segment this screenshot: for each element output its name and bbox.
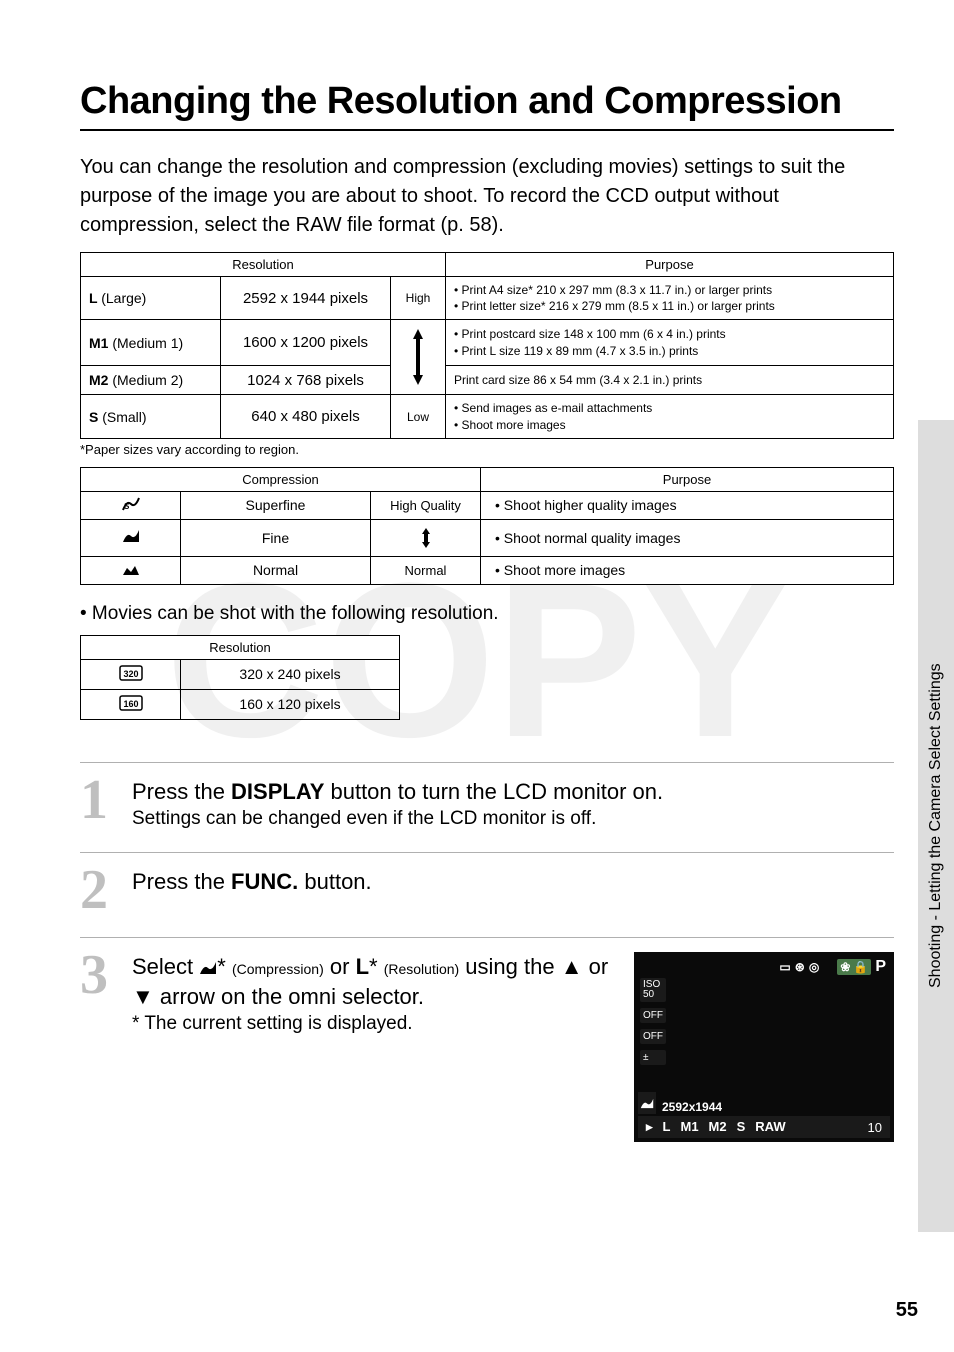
lcd-opt: RAW bbox=[755, 1119, 785, 1135]
movie-note: • Movies can be shot with the following … bbox=[80, 603, 894, 625]
svg-text:160: 160 bbox=[123, 699, 138, 709]
lcd-opt: M2 bbox=[709, 1119, 727, 1135]
res-row-purpose: • Send images as e-mail attachments • Sh… bbox=[446, 395, 894, 438]
movie-160-icon: 160 bbox=[81, 689, 181, 719]
lcd-opt: S bbox=[737, 1119, 746, 1135]
step-subtext: * The current setting is displayed. bbox=[132, 1013, 614, 1035]
comp-name: Normal bbox=[181, 556, 371, 584]
step-number: 3 bbox=[80, 952, 118, 1000]
res-row-label: M2 (Medium 2) bbox=[81, 365, 221, 394]
comp-high-label: High Quality bbox=[371, 491, 481, 519]
movie-header: Resolution bbox=[81, 635, 400, 659]
lcd-arrow-icon: ▸ bbox=[646, 1119, 653, 1135]
res-row-label: M1 (Medium 1) bbox=[81, 320, 221, 366]
res-row-label: S (Small) bbox=[81, 395, 221, 438]
steps-list: 1 Press the DISPLAY button to turn the L… bbox=[80, 762, 894, 1164]
card-icon: ▭ bbox=[779, 960, 790, 974]
step-2: 2 Press the FUNC. button. bbox=[80, 852, 894, 937]
step-1: 1 Press the DISPLAY button to turn the L… bbox=[80, 762, 894, 853]
lcd-size-text: 2592x1944 bbox=[662, 1100, 722, 1114]
purpose-header-2: Purpose bbox=[481, 467, 894, 491]
res-row-pixels: 640 x 480 pixels bbox=[221, 395, 391, 438]
step-3: 3 Select * (Compression) or L* (Resoluti… bbox=[80, 937, 894, 1164]
resolution-header: Resolution bbox=[81, 253, 446, 277]
step-heading: Select * (Compression) or L* (Resolution… bbox=[132, 952, 614, 1011]
movie-resolution-table: Resolution 320 320 x 240 pixels 160 160 … bbox=[80, 635, 400, 720]
comp-purpose: • Shoot higher quality images bbox=[481, 491, 894, 519]
page-number: 55 bbox=[896, 1299, 918, 1322]
res-arrow-icon bbox=[391, 320, 446, 395]
lcd-preview: ▭ ⊛ ◎ ❀ 🔒 P ISO 50 OFF OFF ± bbox=[634, 952, 894, 1142]
mode-indicator: P bbox=[875, 958, 886, 976]
movie-pixels: 320 x 240 pixels bbox=[181, 659, 400, 689]
comp-name: Fine bbox=[181, 519, 371, 556]
step-number: 1 bbox=[80, 777, 118, 825]
target-icon: ◎ bbox=[809, 960, 819, 974]
fine-icon bbox=[81, 519, 181, 556]
lcd-compression-icon bbox=[638, 1092, 656, 1114]
purpose-header: Purpose bbox=[446, 253, 894, 277]
fine-icon bbox=[199, 961, 217, 975]
movie-320-icon: 320 bbox=[81, 659, 181, 689]
lcd-count: 10 bbox=[868, 1120, 882, 1135]
lcd-bottom-bar: ▸ L M1 M2 S RAW 10 bbox=[638, 1116, 890, 1138]
step-heading: Press the FUNC. button. bbox=[132, 867, 894, 897]
lcd-opt: M1 bbox=[680, 1119, 698, 1135]
lcd-left-column: ISO 50 OFF OFF ± bbox=[640, 978, 666, 1065]
resolution-table: Resolution Purpose L (Large) 2592 x 1944… bbox=[80, 252, 894, 439]
intro-paragraph: You can change the resolution and compre… bbox=[80, 153, 894, 240]
compression-table: Compression Purpose S Superfine High Qua… bbox=[80, 467, 894, 585]
comp-purpose: • Shoot normal quality images bbox=[481, 519, 894, 556]
superfine-icon: S bbox=[81, 491, 181, 519]
page-title: Changing the Resolution and Compression bbox=[80, 80, 894, 131]
lcd-top-row: ▭ ⊛ ◎ ❀ 🔒 P bbox=[779, 958, 886, 976]
comp-arrow-icon bbox=[371, 519, 481, 556]
res-row-label: L (Large) bbox=[81, 277, 221, 320]
footnote: *Paper sizes vary according to region. bbox=[80, 442, 894, 457]
svg-text:320: 320 bbox=[123, 669, 138, 679]
res-row-purpose: • Print A4 size* 210 x 297 mm (8.3 x 11.… bbox=[446, 277, 894, 320]
res-low-label: Low bbox=[391, 395, 446, 438]
res-row-pixels: 1024 x 768 pixels bbox=[221, 365, 391, 394]
res-row-purpose: Print card size 86 x 54 mm (3.4 x 2.1 in… bbox=[446, 365, 894, 394]
res-high-label: High bbox=[391, 277, 446, 320]
res-row-pixels: 2592 x 1944 pixels bbox=[221, 277, 391, 320]
flash-icon: ⊛ bbox=[795, 960, 805, 974]
lock-icon: 🔒 bbox=[853, 960, 868, 974]
step-number: 2 bbox=[80, 867, 118, 915]
res-row-pixels: 1600 x 1200 pixels bbox=[221, 320, 391, 366]
svg-text:S: S bbox=[124, 502, 130, 511]
macro-icon: ❀ bbox=[840, 960, 850, 974]
section-tab: Shooting - Letting the Camera Select Set… bbox=[918, 420, 954, 1232]
lcd-opt: L bbox=[663, 1119, 671, 1135]
step-heading: Press the DISPLAY button to turn the LCD… bbox=[132, 777, 894, 807]
res-row-purpose: • Print postcard size 148 x 100 mm (6 x … bbox=[446, 320, 894, 366]
compression-header: Compression bbox=[81, 467, 481, 491]
movie-pixels: 160 x 120 pixels bbox=[181, 689, 400, 719]
normal-icon bbox=[81, 556, 181, 584]
comp-purpose: • Shoot more images bbox=[481, 556, 894, 584]
step-subtext: Settings can be changed even if the LCD … bbox=[132, 808, 894, 830]
comp-name: Superfine bbox=[181, 491, 371, 519]
comp-low-label: Normal bbox=[371, 556, 481, 584]
